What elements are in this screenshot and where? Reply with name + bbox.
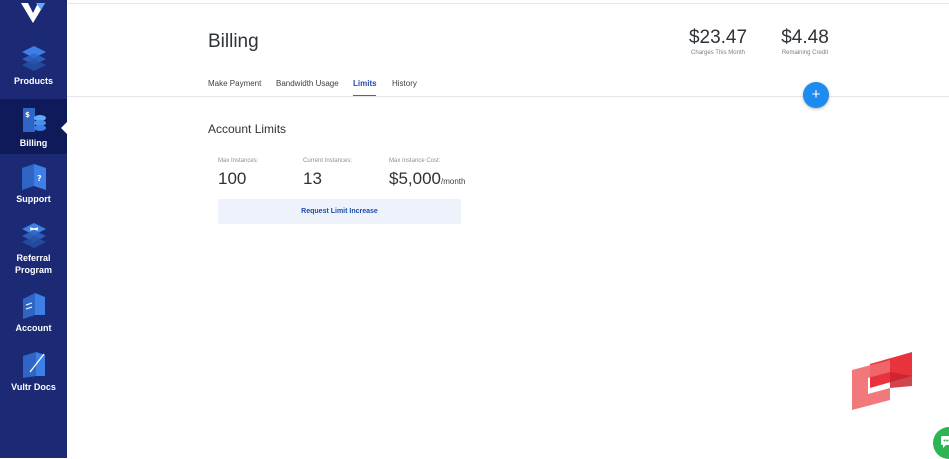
request-limit-increase-button[interactable]: Request Limit Increase	[218, 199, 461, 224]
docs-icon	[20, 350, 48, 378]
billing-icon: $	[20, 106, 48, 134]
max-instances-value: 100	[218, 168, 258, 190]
account-limits-title: Account Limits	[208, 122, 286, 136]
sidebar-item-label: Support	[16, 194, 51, 204]
max-instances: Max Instances: 100	[218, 157, 258, 190]
sidebar-item-referral-program[interactable]: Referral Program	[0, 221, 67, 279]
credit-value: $4.48	[776, 27, 834, 49]
sidebar-item-label: Products	[14, 76, 53, 86]
referral-icon	[20, 221, 48, 249]
max-cost-value-row: $5,000/month	[389, 168, 465, 193]
max-cost-unit: /month	[441, 177, 465, 186]
sidebar-item-vultr-docs[interactable]: Vultr Docs	[0, 350, 67, 400]
sidebar-item-label: Billing	[20, 138, 48, 148]
chat-icon	[941, 436, 949, 448]
sidebar-item-billing[interactable]: $ Billing	[0, 99, 67, 154]
sidebar: Products $ Billing ? Support Referral Pr…	[0, 0, 67, 458]
credit-label: Remaining Credit	[776, 49, 834, 57]
current-instances-label: Current Instances:	[303, 157, 352, 165]
support-icon: ?	[20, 162, 48, 190]
max-instance-cost: Max Instance Cost: $5,000/month	[389, 157, 465, 193]
sidebar-item-label-line2: Program	[15, 265, 52, 275]
max-instances-label: Max Instances:	[218, 157, 258, 165]
sidebar-item-label: Account	[16, 323, 52, 333]
remaining-credit: $4.48 Remaining Credit	[776, 27, 834, 57]
current-instances-value: 13	[303, 168, 352, 190]
sidebar-item-products[interactable]: Products	[0, 44, 67, 94]
charges-value: $23.47	[686, 27, 750, 49]
max-cost-label: Max Instance Cost:	[389, 157, 465, 165]
brand-mark-icon	[850, 352, 914, 410]
add-button[interactable]: +	[803, 82, 829, 108]
charges-label: Charges This Month	[686, 49, 750, 57]
svg-text:?: ?	[37, 174, 42, 183]
svg-text:$: $	[25, 111, 30, 119]
tab-history[interactable]: History	[392, 79, 417, 88]
page-title: Billing	[208, 31, 259, 53]
tab-limits[interactable]: Limits	[353, 79, 377, 88]
vultr-logo-icon[interactable]	[21, 3, 45, 23]
tab-make-payment[interactable]: Make Payment	[208, 79, 261, 88]
max-cost-value: $5,000	[389, 169, 441, 188]
products-icon	[20, 44, 48, 72]
sidebar-item-label-line1: Referral	[16, 253, 50, 263]
account-icon	[20, 291, 48, 319]
top-border	[67, 3, 949, 4]
current-instances: Current Instances: 13	[303, 157, 352, 190]
sidebar-item-label: Vultr Docs	[11, 382, 56, 392]
sidebar-item-support[interactable]: ? Support	[0, 162, 67, 212]
tab-bandwidth-usage[interactable]: Bandwidth Usage	[276, 79, 339, 88]
charges-this-month: $23.47 Charges This Month	[686, 27, 750, 57]
chat-widget-button[interactable]	[933, 427, 949, 459]
sidebar-item-account[interactable]: Account	[0, 291, 67, 341]
